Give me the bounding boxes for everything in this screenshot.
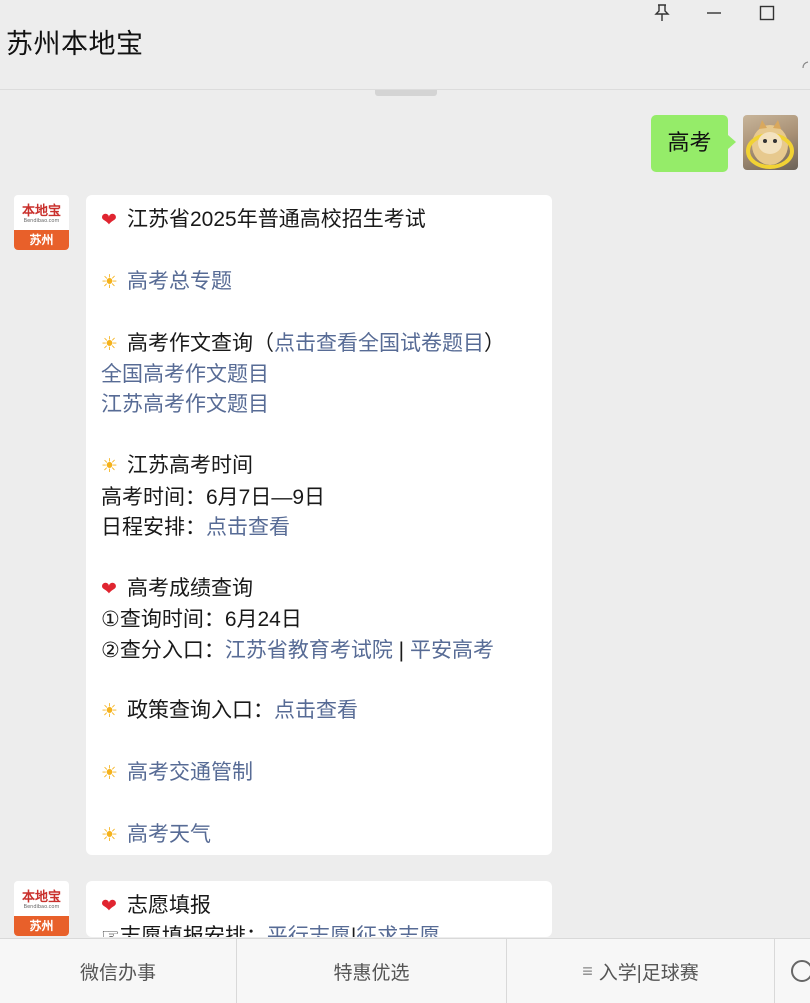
line-weather: ☀ 高考天气 xyxy=(101,820,538,851)
logo-brand: 本地宝 xyxy=(21,890,61,905)
sun-icon: ☀ xyxy=(101,825,119,847)
score-entry-label: ②查分入口： xyxy=(101,638,225,662)
sun-icon: ☀ xyxy=(101,333,119,355)
sun-icon: ☀ xyxy=(101,701,119,723)
heart-icon: ❤ xyxy=(101,578,117,600)
time-heading: 江苏高考时间 xyxy=(127,454,253,478)
essay-suffix: ） xyxy=(484,331,505,355)
line-traffic: ☀ 高考交通管制 xyxy=(101,758,538,789)
official-account-avatar[interactable]: 本地宝 Bendibao.com 苏州 xyxy=(14,881,69,936)
logo-domain: Bendibao.com xyxy=(23,218,60,224)
schedule-link[interactable]: 点击查看 xyxy=(206,516,290,539)
logo-city: 苏州 xyxy=(14,230,69,250)
menu-tab-wechat-services[interactable]: 微信办事 xyxy=(0,939,236,1003)
tab-label: 微信办事 xyxy=(79,963,156,984)
schedule-label: 日程安排： xyxy=(101,516,206,540)
policy-label: 政策查询入口： xyxy=(127,699,274,723)
weather-link[interactable]: 高考天气 xyxy=(127,823,211,846)
pin-icon[interactable] xyxy=(642,0,682,26)
topic-link[interactable]: 高考总专题 xyxy=(127,270,232,293)
parallel-link[interactable]: 平行志愿 xyxy=(267,925,351,937)
outgoing-message[interactable]: 高考 xyxy=(651,115,736,172)
line-essay: ☀ 高考作文查询（点击查看全国试卷题目） xyxy=(101,329,538,360)
list-icon: ≡ xyxy=(582,961,593,981)
score-heading: 高考成绩查询 xyxy=(127,576,253,600)
sun-icon: ☀ xyxy=(101,456,119,478)
logo-city: 苏州 xyxy=(14,916,69,936)
sun-icon: ☀ xyxy=(101,763,119,785)
heart-icon: ❤ xyxy=(101,896,117,917)
line-volunteer: ❤ 志愿填报 xyxy=(101,891,538,922)
chat-title: 苏州本地宝 xyxy=(6,29,144,60)
user-avatar[interactable] xyxy=(743,115,798,170)
logo-brand: 本地宝 xyxy=(21,204,61,219)
essay-papers-link[interactable]: 点击查看全国试卷题目 xyxy=(274,332,484,355)
policy-link[interactable]: 点击查看 xyxy=(274,699,358,722)
jiangsu-essay-link[interactable]: 江苏高考作文题目 xyxy=(101,393,269,416)
score-date: ①查询时间：6月24日 xyxy=(101,608,302,632)
incoming-message-gaokao: ❤ 江苏省2025年普通高校招生考试 ☀ 高考总专题 ☀ 高考作文查询（点击查看全国试… xyxy=(86,195,552,855)
traffic-link[interactable]: 高考交通管制 xyxy=(127,761,253,784)
line-topic: ☀ 高考总专题 xyxy=(101,267,538,298)
tab-label: 入学|足球赛 xyxy=(598,963,699,984)
keyboard-toggle[interactable] xyxy=(774,939,810,1003)
logo-domain: Bendibao.com xyxy=(23,904,60,910)
line-time-heading: ☀ 江苏高考时间 xyxy=(101,451,538,482)
bottom-menu: 微信办事 特惠优选 ≡ 入学|足球赛 xyxy=(0,938,810,1003)
exam-authority-link[interactable]: 江苏省教育考试院 xyxy=(225,639,393,662)
tab-label: 特惠优选 xyxy=(333,963,410,984)
heading-text: 江苏省2025年普通高校招生考试 xyxy=(127,208,426,231)
line-heading: ❤ 江苏省2025年普通高校招生考试 xyxy=(101,205,538,236)
safe-gaokao-link[interactable]: 平安高考 xyxy=(410,639,494,662)
menu-tab-school-football[interactable]: ≡ 入学|足球赛 xyxy=(506,939,774,1003)
essay-prefix: 高考作文查询（ xyxy=(127,331,274,355)
exam-dates: 高考时间：6月7日—9日 xyxy=(101,485,326,509)
link-separator: | xyxy=(392,638,410,662)
line-policy: ☀ 政策查询入口：点击查看 xyxy=(101,696,538,727)
national-essay-link[interactable]: 全国高考作文题目 xyxy=(101,363,269,386)
keyboard-icon xyxy=(791,960,810,982)
official-account-avatar[interactable]: 本地宝 Bendibao.com 苏州 xyxy=(14,195,69,250)
maximize-icon[interactable] xyxy=(747,0,787,26)
solicit-link[interactable]: 征求志愿 xyxy=(356,925,440,937)
incoming-message-volunteer: ❤ 志愿填报 ☞志愿填报安排：平行志愿|征求志愿 xyxy=(86,881,552,937)
sun-icon: ☀ xyxy=(101,271,119,293)
volunteer-label: ☞志愿填报安排： xyxy=(101,925,267,937)
scroll-handle[interactable] xyxy=(375,90,437,96)
more-icon[interactable] xyxy=(800,52,810,78)
title-bar: 苏州本地宝 xyxy=(0,0,810,90)
heart-icon: ❤ xyxy=(101,210,117,231)
minimize-icon[interactable] xyxy=(694,0,734,26)
volunteer-heading: 志愿填报 xyxy=(127,894,211,917)
menu-tab-deals[interactable]: 特惠优选 xyxy=(236,939,506,1003)
line-score-heading: ❤ 高考成绩查询 xyxy=(101,574,538,605)
